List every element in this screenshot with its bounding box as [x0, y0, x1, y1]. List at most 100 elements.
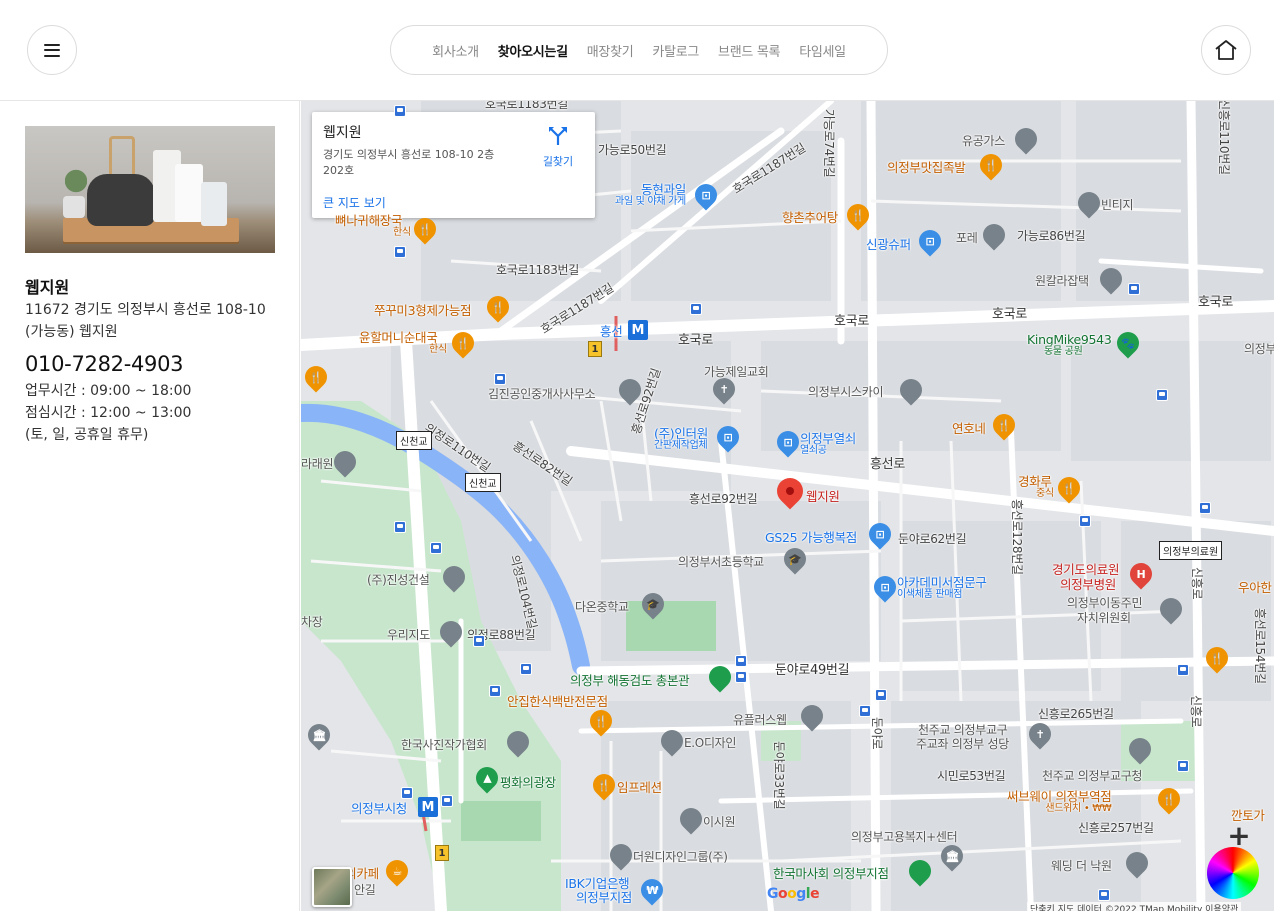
- bus-stop-icon[interactable]: [441, 795, 453, 807]
- poi-label[interactable]: 유공가스: [962, 132, 1005, 149]
- poi-label[interactable]: 경기도의료원 의정부병원: [1052, 562, 1120, 592]
- poi-label[interactable]: 경화루 중식: [1018, 475, 1054, 499]
- road-label: 흥선로154번길: [1253, 608, 1267, 684]
- poi-label[interactable]: 의정부시스카이: [808, 383, 883, 400]
- bus-stop-icon[interactable]: [1079, 515, 1091, 527]
- address-line-2: (가능동) 웹지원: [25, 324, 118, 340]
- metro-station-icon[interactable]: M: [418, 797, 438, 817]
- bus-stop-icon[interactable]: [394, 521, 406, 533]
- road-label: 안길: [354, 883, 376, 897]
- bus-stop-icon[interactable]: [1199, 502, 1211, 514]
- poi-label[interactable]: E.O디자인: [684, 734, 736, 751]
- line-badge: 1: [588, 341, 602, 357]
- station-label[interactable]: 흥선: [600, 321, 623, 340]
- poi-label[interactable]: 빈티지: [1101, 196, 1134, 213]
- poi-label[interactable]: 우리지도: [387, 626, 430, 643]
- home-button[interactable]: [1201, 25, 1251, 75]
- poi-label[interactable]: 의정부 해동검도 총본관: [570, 670, 690, 689]
- place-info-window: 웹지원 경기도 의정부시 흥선로 108-10 2층 202호 큰 지도 보기 …: [312, 112, 595, 218]
- poi-label[interactable]: 한국사진작가협회: [401, 736, 487, 753]
- poi-label[interactable]: 김진공인중개사사무소: [488, 385, 596, 402]
- poi-label[interactable]: 천주교 의정부교구청: [1042, 767, 1142, 784]
- bus-stop-icon[interactable]: [489, 685, 501, 697]
- poi-label[interactable]: 라래원: [301, 455, 334, 472]
- map-view[interactable]: 웹지원 경기도 의정부시 흥선로 108-10 2층 202호 큰 지도 보기 …: [301, 101, 1274, 911]
- hospital-road-label: 의정부의료원: [1159, 541, 1223, 560]
- poi-label[interactable]: 포레: [956, 229, 978, 246]
- poi-label[interactable]: 다온중학교: [575, 598, 629, 615]
- poi-label[interactable]: 의정부서초등학교: [678, 553, 764, 570]
- directions-button[interactable]: 길찾기: [538, 124, 578, 169]
- bus-stop-icon[interactable]: [1128, 283, 1140, 295]
- poi-label[interactable]: 써브웨이 의정부역점 샌드위치 • ₩₩: [1007, 790, 1112, 814]
- nav-catalog[interactable]: 카탈로그: [652, 41, 699, 60]
- bus-stop-icon[interactable]: [859, 705, 871, 717]
- hours-business: 업무시간 : 09:00 ~ 18:00: [25, 383, 192, 399]
- bus-stop-icon[interactable]: [735, 671, 747, 683]
- bus-stop-icon[interactable]: [690, 303, 702, 315]
- poi-label[interactable]: 뼈나귀해장국 한식: [335, 214, 411, 238]
- poi-label[interactable]: 더원디자인그룹(주): [633, 848, 728, 865]
- poi-label[interactable]: 안집한식백반전문점: [507, 691, 608, 710]
- menu-button[interactable]: [27, 25, 77, 75]
- bus-stop-icon[interactable]: [520, 663, 532, 675]
- place-phone[interactable]: 010-7282-4903: [25, 352, 184, 376]
- bus-stop-icon[interactable]: [1177, 760, 1189, 772]
- color-wheel-icon[interactable]: [1207, 847, 1259, 899]
- poi-label[interactable]: 의정부: [1244, 340, 1274, 357]
- bus-stop-icon[interactable]: [394, 246, 406, 258]
- bus-stop-icon[interactable]: [1177, 664, 1189, 676]
- poi-label[interactable]: 동현과일 과일 및 야채 가게: [615, 183, 686, 207]
- poi-label[interactable]: 천주교 의정부교구 주교좌 의정부 성당: [916, 723, 1009, 751]
- map-copyright[interactable]: 단축키 지도 데이터 ©2022 TMap Mobility 이용약관: [1027, 902, 1242, 911]
- poi-label[interactable]: IBK기업은행 의정부지점: [565, 877, 632, 905]
- bus-stop-icon[interactable]: [473, 635, 485, 647]
- bus-stop-icon[interactable]: [875, 689, 887, 701]
- bus-stop-icon[interactable]: [401, 787, 413, 799]
- nav-time-sale[interactable]: 타임세일: [799, 41, 846, 60]
- poi-label[interactable]: 쭈꾸미3형제가능점: [374, 300, 472, 319]
- large-map-link[interactable]: 큰 지도 보기: [323, 194, 386, 211]
- bus-stop-icon[interactable]: [1098, 889, 1110, 901]
- poi-label[interactable]: 가능제일교회: [704, 363, 769, 380]
- bus-stop-icon[interactable]: [430, 542, 442, 554]
- satellite-toggle-button[interactable]: [312, 867, 352, 907]
- nav-brand-list[interactable]: 브랜드 목록: [718, 41, 780, 60]
- site-header: 회사소개 찾아오시는길 매장찾기 카탈로그 브랜드 목록 타임세일: [0, 0, 1274, 101]
- poi-label[interactable]: 의정부이동주민 자치위원회: [1067, 596, 1142, 626]
- poi-label[interactable]: 향촌추어탕: [782, 207, 838, 226]
- poi-label[interactable]: (주)인터원 간판제작업체: [654, 427, 708, 451]
- station-label[interactable]: 의정부시청: [351, 798, 407, 817]
- poi-label[interactable]: (주)진성건설: [367, 571, 430, 588]
- poi-label[interactable]: 평화의광장: [500, 772, 556, 791]
- poi-label[interactable]: 이시원: [703, 813, 736, 830]
- nav-store-finder[interactable]: 매장찾기: [587, 41, 634, 60]
- poi-label[interactable]: 한국마사회 의정부지점: [773, 863, 889, 882]
- poi-label[interactable]: 의정부고용복지+센터: [851, 828, 958, 845]
- nav-directions[interactable]: 찾아오시는길: [498, 41, 568, 60]
- poi-label[interactable]: 신광슈퍼: [866, 234, 911, 253]
- poi-label[interactable]: 의정부열쇠 열쇠공: [800, 432, 856, 456]
- bus-stop-icon[interactable]: [494, 373, 506, 385]
- destination-label[interactable]: 웹지원: [806, 486, 840, 505]
- zoom-in-button[interactable]: +: [1225, 819, 1253, 852]
- poi-label[interactable]: 유플러스웹: [733, 711, 787, 728]
- road-label: 둔야로: [870, 717, 884, 750]
- poi-label[interactable]: 우아한: [1238, 577, 1272, 596]
- poi-label[interactable]: 아카데미서점문구 이색체품 판매점: [897, 576, 987, 600]
- poi-label[interactable]: 차장: [301, 613, 323, 630]
- poi-label[interactable]: 윤할머니순대국 한식: [359, 331, 447, 355]
- poi-label[interactable]: 웨딩 더 낙원: [1051, 857, 1112, 874]
- nav-company[interactable]: 회사소개: [432, 41, 479, 60]
- poi-label[interactable]: GS25 가능행복점: [765, 527, 857, 546]
- road-label: 둔야로33번길: [772, 741, 786, 810]
- bus-stop-icon[interactable]: [1156, 389, 1168, 401]
- poi-label[interactable]: 임프레션: [617, 777, 662, 796]
- metro-station-icon[interactable]: M: [628, 320, 648, 340]
- bus-stop-icon[interactable]: [735, 655, 747, 667]
- poi-label[interactable]: 연호네: [952, 418, 986, 437]
- bus-stop-icon[interactable]: [394, 105, 406, 117]
- poi-label[interactable]: KingMike9543 동물 공원: [1027, 333, 1112, 357]
- poi-label[interactable]: 원칼라잡택: [1035, 272, 1089, 289]
- poi-label[interactable]: 의정부맛집족발: [887, 157, 966, 176]
